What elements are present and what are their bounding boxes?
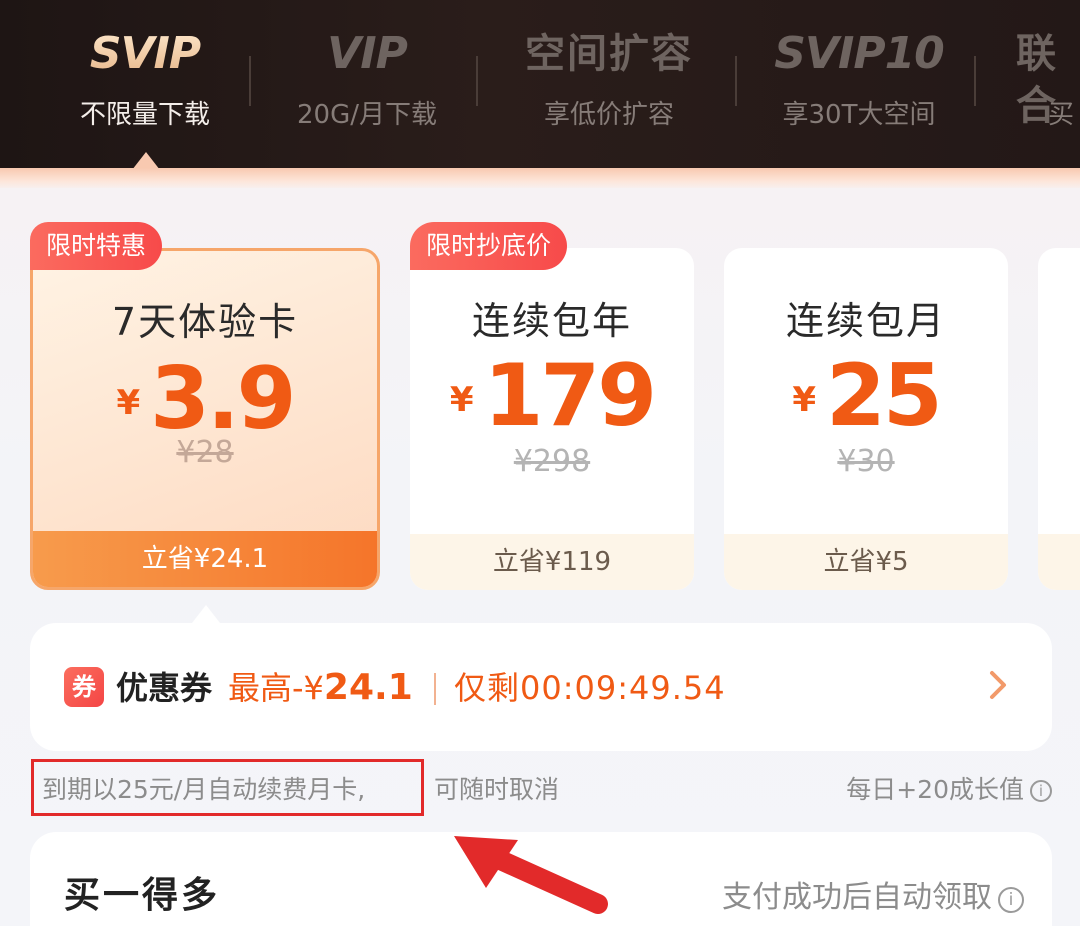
tab-divider — [735, 56, 737, 106]
tab-title: VIP — [327, 28, 408, 79]
cancel-anytime-note: 可随时取消 — [434, 775, 560, 804]
tab-subtitle: 享低价扩容 — [543, 100, 674, 130]
bundle-offer-hint[interactable]: 支付成功后自动领取 i — [722, 872, 1024, 916]
tab-vip[interactable]: VIP 20G/月下载 — [262, 0, 472, 172]
chevron-right-icon[interactable] — [978, 665, 1018, 705]
tab-subtitle: 买 — [1048, 100, 1075, 130]
plan-badge: 限时抄底价 — [410, 222, 568, 270]
plan-name: 连续包月 — [785, 299, 946, 343]
coupon-label: 优惠券 — [116, 669, 213, 707]
currency-symbol: ¥ — [116, 383, 141, 423]
bundle-offer-title: 买一得多 — [64, 875, 221, 916]
plan-card-partial[interactable] — [1038, 248, 1080, 590]
coupon-max-discount: 最高-¥24.1 — [228, 663, 413, 709]
original-price: ¥28 — [176, 435, 234, 470]
price-value: 179 — [483, 346, 658, 446]
tab-title: 空间扩容 — [525, 31, 693, 77]
original-price: ¥298 — [513, 444, 591, 479]
plan-name: 7天体验卡 — [111, 300, 299, 344]
price-value: 3.9 — [150, 349, 296, 449]
plan-name: 连续包年 — [471, 299, 632, 343]
plan-card-yearly[interactable]: 连续包年 ¥179 ¥298 立省¥119 — [410, 248, 694, 590]
currency-symbol: ¥ — [449, 380, 474, 420]
tab-title: SVIP10 — [774, 28, 945, 79]
plan-type-tabs: SVIP 不限量下载 VIP 20G/月下载 空间扩容 享低价扩容 SVIP10… — [0, 0, 1080, 172]
plan-price: ¥25 — [724, 346, 1008, 446]
plan-card-7day[interactable]: 7天体验卡 ¥3.9 ¥28 立省¥24.1 — [30, 248, 380, 590]
tab-title: 联合 — [1016, 31, 1058, 129]
coupon-icon: 券 — [64, 667, 104, 707]
savings-bar: 立省¥119 — [410, 534, 694, 590]
tab-subtitle: 不限量下载 — [79, 100, 210, 130]
tab-svip[interactable]: SVIP 不限量下载 — [40, 0, 250, 172]
original-price: ¥30 — [837, 444, 895, 479]
plan-price: ¥3.9 — [33, 349, 377, 449]
coupon-bar[interactable]: 券 优惠券 最高-¥24.1 仅剩00:09:49.54 — [30, 623, 1052, 751]
tab-subtitle: 20G/月下载 — [297, 100, 437, 130]
tab-svip10[interactable]: SVIP10 享30T大空间 — [752, 0, 966, 172]
savings-bar: 立省¥5 — [724, 534, 1008, 590]
tab-storage-expansion[interactable]: 空间扩容 享低价扩容 — [500, 0, 718, 172]
selected-plan-pointer — [192, 605, 220, 623]
growth-value-note[interactable]: 每日+20成长值 i — [846, 770, 1052, 806]
currency-symbol: ¥ — [792, 380, 816, 420]
info-icon[interactable]: i — [998, 887, 1024, 913]
savings-bar — [1038, 534, 1080, 590]
tab-divider — [249, 56, 251, 106]
plan-badge: 限时特惠 — [30, 222, 163, 270]
growth-value-text: 每日+20成长值 — [846, 775, 1024, 804]
savings-bar: 立省¥24.1 — [33, 531, 377, 587]
tab-divider — [476, 56, 478, 106]
info-icon[interactable]: i — [1030, 780, 1052, 802]
price-value: 25 — [825, 346, 943, 446]
tab-title: SVIP — [40, 28, 250, 80]
tab-subtitle: 享30T大空间 — [782, 100, 936, 130]
tab-joint[interactable]: 联合 买 — [1004, 0, 1080, 172]
coupon-max-amount: 24.1 — [323, 667, 413, 708]
topbar-glow — [0, 168, 1080, 190]
plan-price: ¥179 — [410, 346, 694, 446]
plan-card-monthly[interactable]: 连续包月 ¥25 ¥30 立省¥5 — [724, 248, 1008, 590]
coupon-separator — [434, 673, 436, 705]
coupon-countdown: 仅剩00:09:49.54 — [454, 669, 726, 707]
red-arrow-annotation — [454, 836, 608, 914]
bundle-offer-hint-text: 支付成功后自动领取 — [722, 880, 992, 915]
auto-renew-note: 到期以25元/月自动续费月卡, — [42, 775, 366, 804]
tab-divider — [974, 56, 976, 106]
coupon-max-prefix: 最高-¥ — [228, 669, 324, 707]
